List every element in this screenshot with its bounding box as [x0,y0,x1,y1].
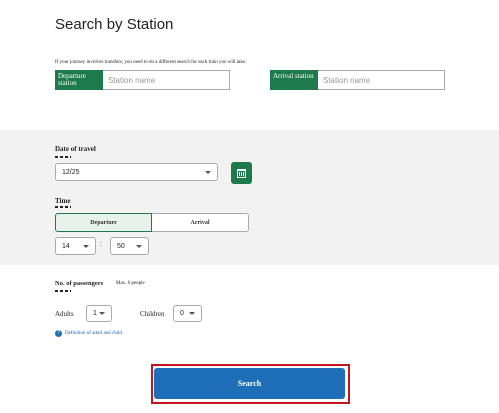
adults-value: 1 [93,310,97,317]
adults-select[interactable]: 1 [86,305,112,322]
page-title: Search by Station [55,16,174,33]
minute-select[interactable]: 50 [110,237,149,255]
chevron-down-icon [189,312,195,315]
date-heading: Date of travel [55,145,96,153]
hour-select[interactable]: 14 [55,237,96,255]
calendar-button[interactable] [231,162,252,184]
question-icon: ? [55,330,62,337]
departure-station-input[interactable]: Station name [103,70,230,90]
arrival-station-label: Arrival station [270,70,318,90]
arrival-time-toggle[interactable]: Arrival [152,213,249,232]
search-button[interactable]: Search [154,368,345,399]
passengers-heading-underline [55,290,71,292]
transfer-note: If your journey involves transfers, you … [55,60,247,65]
chevron-down-icon [136,244,142,248]
children-value: 0 [180,310,184,317]
passengers-heading: No. of passengers [55,280,104,287]
definition-link[interactable]: ? Definition of adult and child [55,330,122,337]
passengers-max-note: Max. 6 people [116,281,145,286]
date-value: 12/25 [62,168,80,176]
date-heading-underline [55,156,71,158]
time-separator: : [100,241,102,248]
chevron-down-icon [205,170,211,174]
departure-time-toggle[interactable]: Departure [55,213,152,232]
departure-station-label: Departure station [55,70,103,90]
hour-value: 14 [62,242,70,250]
children-select[interactable]: 0 [173,305,202,322]
chevron-down-icon [83,244,89,248]
minute-value: 50 [117,242,125,250]
chevron-down-icon [99,312,105,315]
departure-station-field[interactable]: Departure station Station name [55,70,230,90]
time-heading: Time [55,197,71,205]
time-heading-underline [55,206,71,208]
arrival-station-field[interactable]: Arrival station Station name [270,70,445,90]
adults-label: Adults [55,310,74,318]
arrival-station-input[interactable]: Station name [318,70,445,90]
calendar-icon [237,168,246,178]
definition-link-text: Definition of adult and child [65,331,122,336]
children-label: Children [140,310,165,318]
date-select[interactable]: 12/25 [55,163,218,181]
